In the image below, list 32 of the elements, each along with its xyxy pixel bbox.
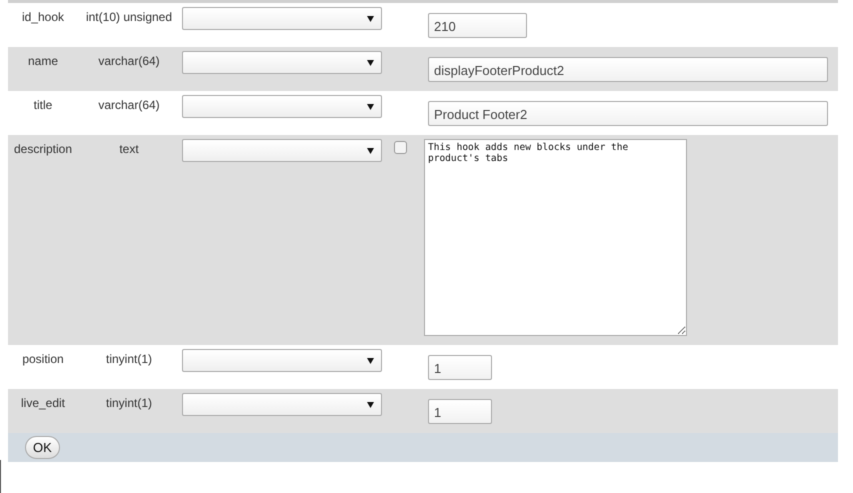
field-type: varchar(64)	[97, 53, 161, 70]
caret-icon	[367, 16, 374, 22]
caret-icon	[367, 148, 374, 154]
value-field[interactable]: 210	[428, 13, 527, 38]
field-type: varchar(64)	[97, 97, 161, 114]
field-type: tinyint(1)	[104, 351, 153, 368]
caret-icon	[367, 358, 374, 364]
value-field[interactable]: 1	[428, 399, 492, 424]
function-dropdown[interactable]	[182, 7, 382, 30]
ok-button[interactable]: OK	[25, 436, 60, 459]
null-checkbox[interactable]	[394, 141, 407, 154]
function-dropdown[interactable]	[182, 51, 382, 74]
value-field[interactable]: 1	[428, 355, 492, 380]
field-name: name	[26, 53, 60, 70]
value-field[interactable]: displayFooterProduct2	[428, 57, 828, 82]
function-dropdown[interactable]	[182, 349, 382, 372]
caret-icon	[367, 104, 374, 110]
function-dropdown[interactable]	[182, 95, 382, 118]
field-name: title	[32, 97, 54, 114]
field-type: text	[118, 141, 140, 158]
field-name: description	[12, 141, 74, 158]
field-type: int(10) unsigned	[84, 9, 174, 26]
value-textarea[interactable]: This hook adds new blocks under the product's tabs	[424, 139, 687, 336]
field-name: id_hook	[20, 9, 66, 26]
function-dropdown[interactable]	[182, 393, 382, 416]
field-name: position	[21, 351, 65, 368]
function-dropdown[interactable]	[182, 139, 382, 162]
caret-icon	[367, 402, 374, 408]
field-type: tinyint(1)	[104, 395, 153, 412]
field-name: live_edit	[20, 395, 66, 412]
caret-icon	[367, 60, 374, 66]
value-field[interactable]: Product Footer2	[428, 101, 828, 126]
